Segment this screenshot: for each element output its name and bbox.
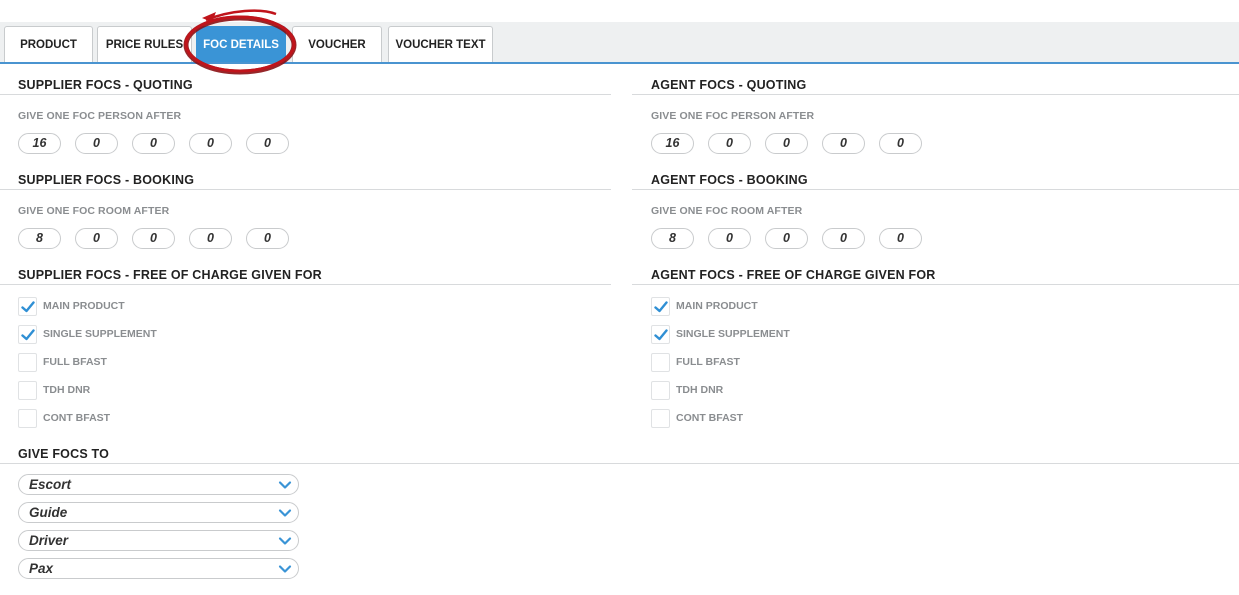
check-icon <box>654 300 668 312</box>
supplier-option-cont-bfast[interactable]: CONT BFAST <box>18 408 110 428</box>
supplier-quoting-input-4[interactable]: 0 <box>189 133 232 154</box>
chevron-down-icon <box>278 508 292 517</box>
divider <box>0 463 1239 464</box>
chevron-down-icon <box>278 480 292 489</box>
supplier-option-main-product[interactable]: MAIN PRODUCT <box>18 296 125 316</box>
checkbox-label: TDH DNR <box>43 384 91 396</box>
checkbox[interactable] <box>651 408 670 428</box>
supplier-booking-input-3[interactable]: 0 <box>132 228 175 249</box>
agent-quoting-title: AGENT FOCS - QUOTING <box>651 78 807 92</box>
checkbox-label: FULL BFAST <box>43 356 107 368</box>
tab-price-rules[interactable]: PRICE RULES <box>97 26 192 63</box>
select-value: Driver <box>29 533 69 548</box>
checkbox-label: FULL BFAST <box>676 356 740 368</box>
checkbox-label: TDH DNR <box>676 384 724 396</box>
agent-quoting-input-1[interactable]: 16 <box>651 133 694 154</box>
supplier-booking-input-1[interactable]: 8 <box>18 228 61 249</box>
checkbox[interactable] <box>18 324 37 344</box>
checkbox[interactable] <box>651 352 670 372</box>
checkbox[interactable] <box>651 296 670 316</box>
divider <box>632 284 1239 285</box>
agent-booking-input-4[interactable]: 0 <box>822 228 865 249</box>
supplier-booking-input-2[interactable]: 0 <box>75 228 118 249</box>
agent-booking-input-5[interactable]: 0 <box>879 228 922 249</box>
supplier-option-tdh-dnr[interactable]: TDH DNR <box>18 380 90 400</box>
check-icon <box>21 300 35 312</box>
select-value: Pax <box>29 561 54 576</box>
tab-foc-details[interactable]: FOC DETAILS <box>196 26 286 63</box>
select-value: Guide <box>29 505 68 520</box>
checkbox[interactable] <box>651 380 670 400</box>
give-focs-to-select-1[interactable]: Escort <box>18 474 299 495</box>
supplier-booking-input-5[interactable]: 0 <box>246 228 289 249</box>
agent-option-single-supplement[interactable]: SINGLE SUPPLEMENT <box>651 324 790 344</box>
agent-booking-input-3[interactable]: 0 <box>765 228 808 249</box>
supplier-quoting-title: SUPPLIER FOCS - QUOTING <box>18 78 193 92</box>
supplier-option-single-supplement[interactable]: SINGLE SUPPLEMENT <box>18 324 157 344</box>
select-value: Escort <box>29 477 72 492</box>
supplier-quoting-label: GIVE ONE FOC PERSON AFTER <box>18 110 182 122</box>
supplier-quoting-input-3[interactable]: 0 <box>132 133 175 154</box>
agent-option-full-bfast[interactable]: FULL BFAST <box>651 352 740 372</box>
agent-quoting-input-3[interactable]: 0 <box>765 133 808 154</box>
tab-voucher[interactable]: VOUCHER <box>292 26 382 63</box>
divider <box>632 189 1239 190</box>
tab-bar-underline <box>0 62 1239 64</box>
checkbox-label: CONT BFAST <box>43 412 111 424</box>
chevron-down-icon <box>278 536 292 545</box>
agent-quoting-input-2[interactable]: 0 <box>708 133 751 154</box>
check-icon <box>654 328 668 340</box>
supplier-quoting-input-2[interactable]: 0 <box>75 133 118 154</box>
agent-booking-label: GIVE ONE FOC ROOM AFTER <box>651 205 803 217</box>
give-focs-to-select-4[interactable]: Pax <box>18 558 299 579</box>
supplier-booking-title: SUPPLIER FOCS - BOOKING <box>18 173 195 187</box>
give-focs-to-select-2[interactable]: Guide <box>18 502 299 523</box>
agent-booking-input-2[interactable]: 0 <box>708 228 751 249</box>
divider <box>0 284 611 285</box>
agent-option-main-product[interactable]: MAIN PRODUCT <box>651 296 758 316</box>
agent-option-cont-bfast[interactable]: CONT BFAST <box>651 408 743 428</box>
checkbox-label: CONT BFAST <box>676 412 744 424</box>
supplier-foc-given-for-title: SUPPLIER FOCS - FREE OF CHARGE GIVEN FOR <box>18 268 322 282</box>
tab-bar: PRODUCT PRICE RULES FOC DETAILS VOUCHER … <box>0 0 1239 64</box>
supplier-booking-label: GIVE ONE FOC ROOM AFTER <box>18 205 170 217</box>
agent-quoting-input-5[interactable]: 0 <box>879 133 922 154</box>
supplier-option-full-bfast[interactable]: FULL BFAST <box>18 352 107 372</box>
give-focs-to-title: GIVE FOCS TO <box>18 447 110 461</box>
give-focs-to-select-3[interactable]: Driver <box>18 530 299 551</box>
supplier-quoting-input-5[interactable]: 0 <box>246 133 289 154</box>
checkbox-label: MAIN PRODUCT <box>676 300 758 312</box>
divider <box>0 189 611 190</box>
checkbox[interactable] <box>18 408 37 428</box>
checkbox-label: SINGLE SUPPLEMENT <box>676 328 790 340</box>
tab-voucher-text[interactable]: VOUCHER TEXT <box>388 26 493 63</box>
divider <box>0 94 611 95</box>
checkbox[interactable] <box>651 324 670 344</box>
agent-quoting-label: GIVE ONE FOC PERSON AFTER <box>651 110 815 122</box>
supplier-quoting-input-1[interactable]: 16 <box>18 133 61 154</box>
agent-booking-input-1[interactable]: 8 <box>651 228 694 249</box>
checkbox[interactable] <box>18 352 37 372</box>
chevron-down-icon <box>278 564 292 573</box>
agent-booking-title: AGENT FOCS - BOOKING <box>651 173 808 187</box>
agent-quoting-input-4[interactable]: 0 <box>822 133 865 154</box>
checkbox[interactable] <box>18 296 37 316</box>
supplier-booking-input-4[interactable]: 0 <box>189 228 232 249</box>
checkbox-label: MAIN PRODUCT <box>43 300 125 312</box>
agent-foc-given-for-title: AGENT FOCS - FREE OF CHARGE GIVEN FOR <box>651 268 936 282</box>
checkbox-label: SINGLE SUPPLEMENT <box>43 328 157 340</box>
checkbox[interactable] <box>18 380 37 400</box>
agent-option-tdh-dnr[interactable]: TDH DNR <box>651 380 723 400</box>
divider <box>632 94 1239 95</box>
check-icon <box>21 328 35 340</box>
tab-product[interactable]: PRODUCT <box>4 26 93 63</box>
